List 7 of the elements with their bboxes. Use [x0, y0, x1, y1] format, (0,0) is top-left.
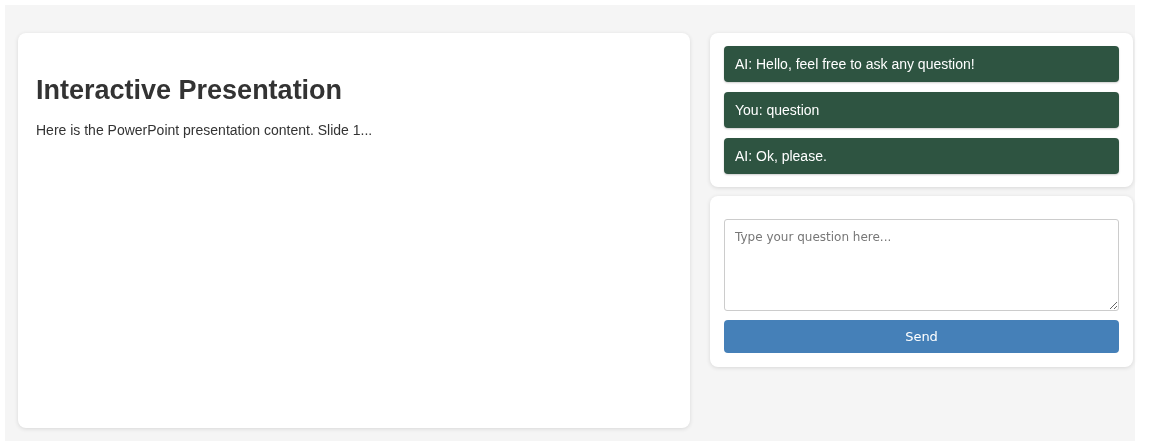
chat-message: You: question	[724, 92, 1119, 128]
chat-message: AI: Hello, feel free to ask any question!	[724, 46, 1119, 82]
question-field[interactable]: Type your question here...	[724, 219, 1119, 311]
chat-message: AI: Ok, please.	[724, 138, 1119, 174]
presentation-title: Interactive Presentation	[36, 75, 344, 106]
send-button[interactable]: Send	[724, 320, 1119, 353]
presentation-text: Here is the PowerPoint presentation content. Slide 1...	[36, 122, 374, 138]
